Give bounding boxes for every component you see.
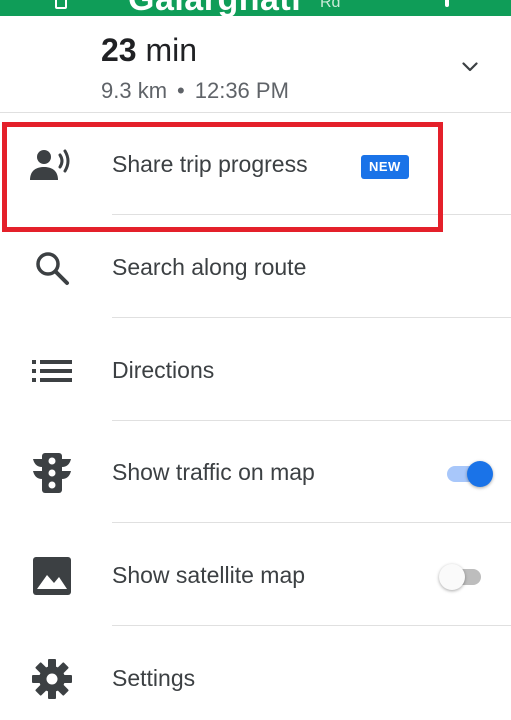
menu-item-settings[interactable]: Settings xyxy=(0,627,511,720)
street-name: Galarghati xyxy=(128,0,301,16)
menu-item-label: Search along route xyxy=(112,254,307,280)
duration-value: 23 xyxy=(101,32,137,68)
turn-arrow-icon xyxy=(55,0,67,9)
toggle-thumb xyxy=(439,564,465,590)
list-icon xyxy=(30,351,74,391)
menu-item-satellite[interactable]: Show satellite map xyxy=(0,524,511,626)
separator-dot: • xyxy=(177,78,185,103)
traffic-light-icon xyxy=(30,453,74,493)
search-icon xyxy=(30,248,74,288)
duration-unit: min xyxy=(145,32,198,68)
menu-item-label: Settings xyxy=(112,665,196,691)
arrival-time: 12:36 PM xyxy=(194,78,289,103)
satellite-toggle[interactable] xyxy=(439,562,485,590)
trip-details: 9.3 km • 12:36 PM xyxy=(101,78,289,104)
toggle-thumb xyxy=(467,461,493,487)
menu-item-directions[interactable]: Directions xyxy=(0,319,511,421)
trip-summary[interactable]: 23 min 9.3 km • 12:36 PM xyxy=(0,16,511,112)
street-suffix: Rd xyxy=(320,0,341,11)
menu-item-label: Directions xyxy=(112,357,215,383)
gear-icon xyxy=(30,659,74,699)
item-divider xyxy=(112,522,511,523)
highlight-annotation-box xyxy=(2,122,443,232)
menu-item-label: Show traffic on map xyxy=(112,459,315,485)
item-divider xyxy=(112,625,511,626)
menu-item-label: Show satellite map xyxy=(112,562,306,588)
trip-distance: 9.3 km xyxy=(101,78,168,103)
trip-duration: 23 min xyxy=(101,32,197,69)
chevron-down-icon[interactable] xyxy=(459,56,481,78)
navigation-header: Galarghati Rd xyxy=(0,0,511,16)
menu-item-traffic[interactable]: Show traffic on map xyxy=(0,421,511,523)
overflow-icon xyxy=(445,0,449,7)
image-icon xyxy=(30,556,74,596)
item-divider xyxy=(112,317,511,318)
traffic-toggle[interactable] xyxy=(447,459,493,487)
